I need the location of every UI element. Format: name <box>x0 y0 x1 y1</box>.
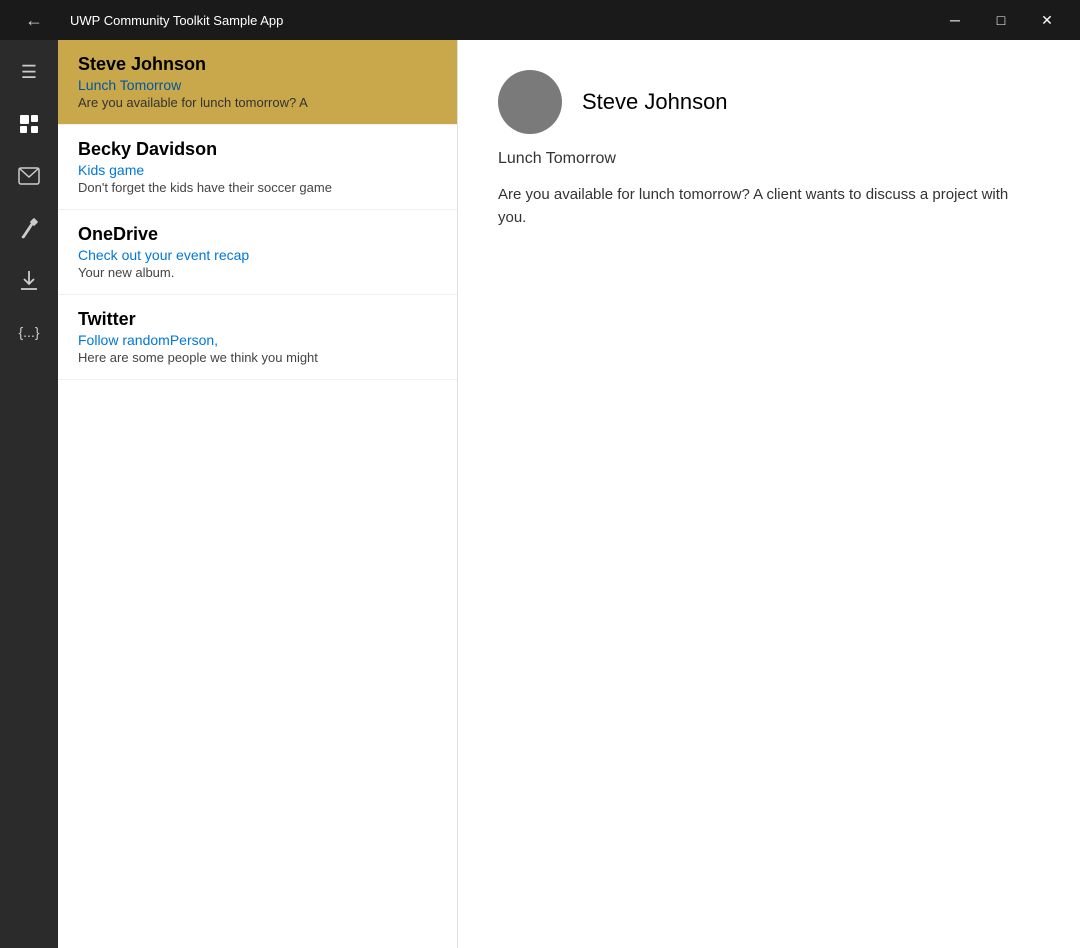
list-item[interactable]: Steve Johnson Lunch Tomorrow Are you ava… <box>58 40 457 125</box>
avatar <box>498 70 562 134</box>
app-body: ☰ {...} <box>0 40 1080 948</box>
back-icon[interactable]: ← <box>10 0 58 44</box>
sidebar-item-code[interactable]: {...} <box>5 308 53 356</box>
sidebar-item-brush[interactable] <box>5 204 53 252</box>
list-item-preview: Don't forget the kids have their soccer … <box>78 180 437 195</box>
detail-body: Are you available for lunch tomorrow? A … <box>498 184 1040 229</box>
list-item-sender: Steve Johnson <box>78 54 437 75</box>
maximize-button[interactable]: □ <box>978 0 1024 40</box>
list-item-subject: Kids game <box>78 162 437 178</box>
sidebar-item-download[interactable] <box>5 256 53 304</box>
app-title: UWP Community Toolkit Sample App <box>70 13 283 28</box>
list-item-sender: OneDrive <box>78 224 437 245</box>
sidebar-item-menu[interactable]: ☰ <box>5 48 53 96</box>
close-button[interactable]: ✕ <box>1024 0 1070 40</box>
detail-sender-name: Steve Johnson <box>582 89 728 115</box>
list-item-preview: Are you available for lunch tomorrow? A <box>78 95 437 110</box>
detail-header: Steve Johnson <box>498 70 1040 134</box>
minimize-button[interactable]: ─ <box>932 0 978 40</box>
list-item-preview: Here are some people we think you might <box>78 350 437 365</box>
list-item[interactable]: OneDrive Check out your event recap Your… <box>58 210 457 295</box>
sidebar-item-tasks[interactable] <box>5 100 53 148</box>
list-item[interactable]: Twitter Follow randomPerson, Here are so… <box>58 295 457 380</box>
list-panel: Steve Johnson Lunch Tomorrow Are you ava… <box>58 40 458 948</box>
list-item-sender: Becky Davidson <box>78 139 437 160</box>
list-item-subject: Follow randomPerson, <box>78 332 437 348</box>
title-bar-left: ← UWP Community Toolkit Sample App <box>10 0 283 44</box>
list-item-sender: Twitter <box>78 309 437 330</box>
detail-subject: Lunch Tomorrow <box>498 150 1040 168</box>
title-bar: ← UWP Community Toolkit Sample App ─ □ ✕ <box>0 0 1080 40</box>
list-item-subject: Check out your event recap <box>78 247 437 263</box>
list-item-preview: Your new album. <box>78 265 437 280</box>
list-item-subject: Lunch Tomorrow <box>78 77 437 93</box>
sidebar: ☰ {...} <box>0 40 58 948</box>
window-controls: ─ □ ✕ <box>932 0 1070 40</box>
sidebar-item-mail[interactable] <box>5 152 53 200</box>
list-item[interactable]: Becky Davidson Kids game Don't forget th… <box>58 125 457 210</box>
detail-panel: Steve Johnson Lunch Tomorrow Are you ava… <box>458 40 1080 948</box>
